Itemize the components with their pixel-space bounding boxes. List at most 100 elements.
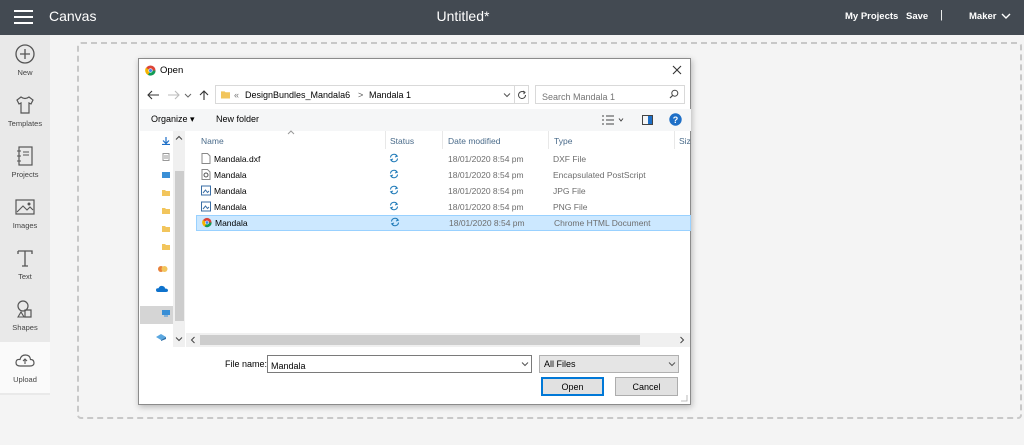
resize-grip-icon[interactable] bbox=[680, 394, 688, 402]
forward-arrow-icon[interactable] bbox=[167, 89, 181, 101]
chevron-down-icon[interactable] bbox=[668, 360, 676, 368]
file-date: 18/01/2020 8:54 pm bbox=[448, 202, 524, 212]
open-button[interactable]: Open bbox=[541, 377, 604, 396]
folder-icon[interactable] bbox=[162, 243, 170, 251]
chrome-icon bbox=[145, 65, 156, 76]
this-pc-icon[interactable] bbox=[162, 309, 170, 317]
file-name: Mandala bbox=[214, 170, 247, 180]
column-divider[interactable] bbox=[442, 131, 443, 149]
breadcrumb-overflow[interactable]: « bbox=[234, 90, 239, 100]
horizontal-scrollbar[interactable] bbox=[186, 333, 690, 347]
nav-separator: | bbox=[940, 9, 943, 21]
text-t-icon bbox=[17, 250, 33, 267]
pictures-icon[interactable] bbox=[162, 171, 170, 179]
chevron-down-icon[interactable] bbox=[1000, 10, 1012, 22]
sidebar-item-label: Templates bbox=[7, 119, 43, 128]
back-arrow-icon[interactable] bbox=[146, 89, 160, 101]
my-projects-link[interactable]: My Projects bbox=[845, 11, 898, 22]
file-row[interactable]: Mandala 18/01/2020 8:54 pm Encapsulated … bbox=[196, 167, 691, 183]
new-folder-button[interactable]: New folder bbox=[216, 114, 259, 124]
file-row-selected[interactable]: Mandala 18/01/2020 8:54 pm Chrome HTML D… bbox=[196, 215, 691, 231]
sidebar-item-upload[interactable]: Upload bbox=[0, 342, 50, 393]
cancel-button[interactable]: Cancel bbox=[615, 377, 678, 396]
file-type-filter[interactable]: All Files bbox=[539, 355, 679, 373]
sidebar-item-projects[interactable]: Projects bbox=[0, 137, 50, 188]
organize-button[interactable]: Organize ▾ bbox=[151, 114, 195, 125]
column-header-status[interactable]: Status bbox=[390, 136, 414, 146]
chevron-down-icon[interactable] bbox=[521, 360, 529, 368]
file-date: 18/01/2020 8:54 pm bbox=[448, 186, 524, 196]
file-row[interactable]: Mandala.dxf 18/01/2020 8:54 pm DXF File bbox=[196, 151, 691, 167]
sidebar-item-shapes[interactable]: Shapes bbox=[0, 290, 50, 341]
sidebar-item-label: Shapes bbox=[12, 323, 38, 332]
sidebar-item-text[interactable]: Text bbox=[0, 239, 50, 290]
column-header-date[interactable]: Date modified bbox=[448, 136, 500, 146]
horizontal-scroll-thumb[interactable] bbox=[200, 335, 640, 345]
download-icon[interactable] bbox=[162, 137, 170, 145]
shapes-icon bbox=[17, 300, 32, 318]
preview-pane-icon[interactable] bbox=[642, 115, 653, 125]
document-title[interactable]: Untitled* bbox=[0, 8, 926, 24]
save-link[interactable]: Save bbox=[906, 11, 928, 22]
file-name-input[interactable] bbox=[267, 355, 532, 373]
sidebar-item-label: Text bbox=[18, 272, 32, 281]
column-divider[interactable] bbox=[674, 131, 675, 149]
breadcrumb-subfolder[interactable]: Mandala 1 bbox=[369, 90, 411, 100]
file-date: 18/01/2020 8:54 pm bbox=[448, 154, 524, 164]
search-icon[interactable] bbox=[669, 89, 679, 99]
dialog-title: Open bbox=[160, 65, 184, 76]
image-file-icon bbox=[201, 185, 211, 196]
scroll-down-arrow-icon[interactable] bbox=[175, 335, 183, 343]
chevron-down-icon[interactable] bbox=[503, 91, 511, 99]
dialog-title-bar: Open bbox=[139, 59, 690, 83]
breadcrumb-separator: > bbox=[358, 90, 364, 100]
column-divider[interactable] bbox=[548, 131, 549, 149]
breadcrumb-folder[interactable]: DesignBundles_Mandala6 bbox=[245, 90, 350, 100]
search-input[interactable] bbox=[535, 85, 685, 104]
folder-icon bbox=[221, 91, 230, 99]
close-icon[interactable] bbox=[672, 65, 682, 75]
image-icon bbox=[15, 199, 35, 215]
sidebar-item-templates[interactable]: Templates bbox=[0, 86, 50, 137]
recent-chevron-icon[interactable] bbox=[184, 89, 192, 101]
sync-status-icon bbox=[389, 169, 399, 179]
scroll-right-arrow-icon[interactable] bbox=[678, 336, 686, 344]
file-row[interactable]: Mandala 18/01/2020 8:54 pm JPG File bbox=[196, 183, 691, 199]
column-header-type[interactable]: Type bbox=[554, 136, 572, 146]
file-date: 18/01/2020 8:54 pm bbox=[448, 170, 524, 180]
left-sidebar: New Templates Projects Images Text Shape… bbox=[0, 35, 50, 445]
refresh-icon bbox=[518, 90, 527, 100]
machine-selector[interactable]: Maker bbox=[969, 11, 996, 22]
column-header-name[interactable]: Name bbox=[201, 136, 224, 146]
onedrive-icon[interactable] bbox=[156, 285, 168, 293]
file-row[interactable]: Mandala 18/01/2020 8:54 pm PNG File bbox=[196, 199, 691, 215]
column-header-size[interactable]: Siz bbox=[679, 136, 691, 146]
document-icon[interactable] bbox=[162, 153, 170, 161]
scroll-up-arrow-icon[interactable] bbox=[175, 134, 183, 142]
shirt-icon bbox=[16, 96, 34, 114]
column-divider[interactable] bbox=[385, 131, 386, 149]
file-type: DXF File bbox=[553, 154, 587, 164]
refresh-button[interactable] bbox=[514, 85, 529, 104]
sidebar-footer bbox=[0, 395, 50, 445]
folder-icon[interactable] bbox=[162, 225, 170, 233]
nav-pane-scroll-thumb[interactable] bbox=[175, 171, 184, 321]
folder-icon[interactable] bbox=[162, 189, 170, 197]
file-name: Mandala.dxf bbox=[214, 154, 261, 164]
folder-icon[interactable] bbox=[162, 207, 170, 215]
svg-text:?: ? bbox=[673, 115, 679, 125]
address-bar[interactable]: « DesignBundles_Mandala6 > Mandala 1 bbox=[215, 85, 529, 104]
sync-status-icon bbox=[389, 153, 399, 163]
sort-ascending-icon bbox=[287, 130, 295, 135]
view-options-icon[interactable] bbox=[602, 115, 624, 125]
homegroup-icon[interactable] bbox=[158, 264, 168, 273]
help-icon[interactable]: ? bbox=[669, 113, 682, 126]
sidebar-item-new[interactable]: New bbox=[0, 35, 50, 86]
network-icon[interactable] bbox=[156, 333, 167, 341]
image-file-icon bbox=[201, 201, 211, 212]
notebook-icon bbox=[17, 146, 33, 166]
column-headers: Name Status Date modified Type Siz bbox=[186, 130, 691, 149]
scroll-left-arrow-icon[interactable] bbox=[189, 336, 197, 344]
sidebar-item-images[interactable]: Images bbox=[0, 188, 50, 239]
up-arrow-icon[interactable] bbox=[199, 89, 209, 101]
